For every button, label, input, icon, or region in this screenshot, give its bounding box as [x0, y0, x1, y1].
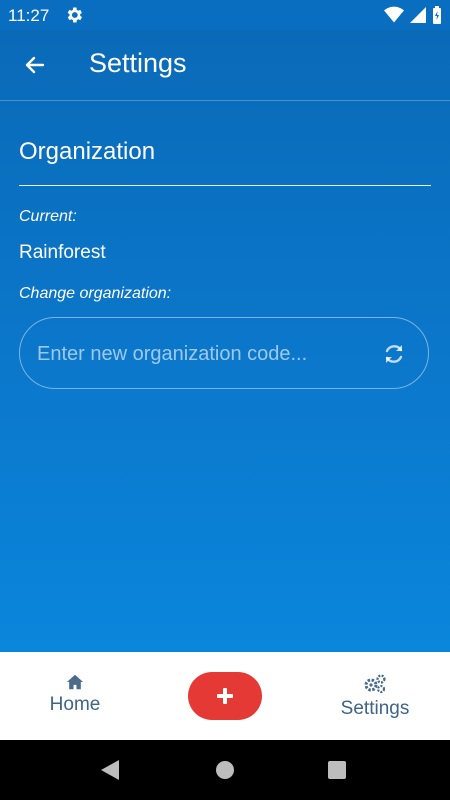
section-divider [19, 185, 431, 186]
system-home-icon[interactable] [216, 761, 234, 779]
organization-heading: Organization [19, 138, 156, 165]
cell-signal-icon [410, 7, 426, 23]
status-bar: 11:27 [0, 0, 450, 30]
app-bar: Settings [0, 30, 450, 101]
arrow-left-icon [25, 56, 45, 74]
wifi-icon [384, 6, 404, 23]
back-button[interactable] [20, 50, 50, 80]
plus-icon [217, 688, 233, 704]
refresh-icon[interactable] [382, 342, 406, 366]
system-recents-icon[interactable] [328, 761, 346, 779]
organization-code-field [19, 317, 429, 389]
settings-content: Settings Organization Current: Rainfores… [0, 30, 450, 652]
system-navigation-bar [0, 740, 450, 800]
page-title: Settings [89, 48, 187, 78]
current-label: Current: [19, 208, 77, 225]
nav-home[interactable]: Home [45, 674, 105, 716]
current-organization: Rainforest [19, 242, 106, 263]
status-time: 11:27 [8, 6, 50, 25]
home-icon [67, 674, 83, 690]
change-organization-label: Change organization: [19, 285, 172, 302]
gears-icon [364, 674, 386, 694]
organization-code-input[interactable] [35, 336, 369, 372]
battery-icon [433, 6, 441, 24]
bottom-navigation: Home Settings [0, 652, 450, 740]
status-icons [384, 6, 442, 24]
system-back-icon[interactable] [100, 759, 120, 781]
nav-home-label: Home [49, 694, 101, 715]
nav-settings-label: Settings [340, 698, 410, 719]
nav-settings[interactable]: Settings [335, 674, 415, 720]
gear-icon [67, 7, 82, 23]
app-screen: 11:27 Settings Organization Current: Rai… [0, 0, 450, 800]
add-button[interactable] [188, 672, 262, 720]
